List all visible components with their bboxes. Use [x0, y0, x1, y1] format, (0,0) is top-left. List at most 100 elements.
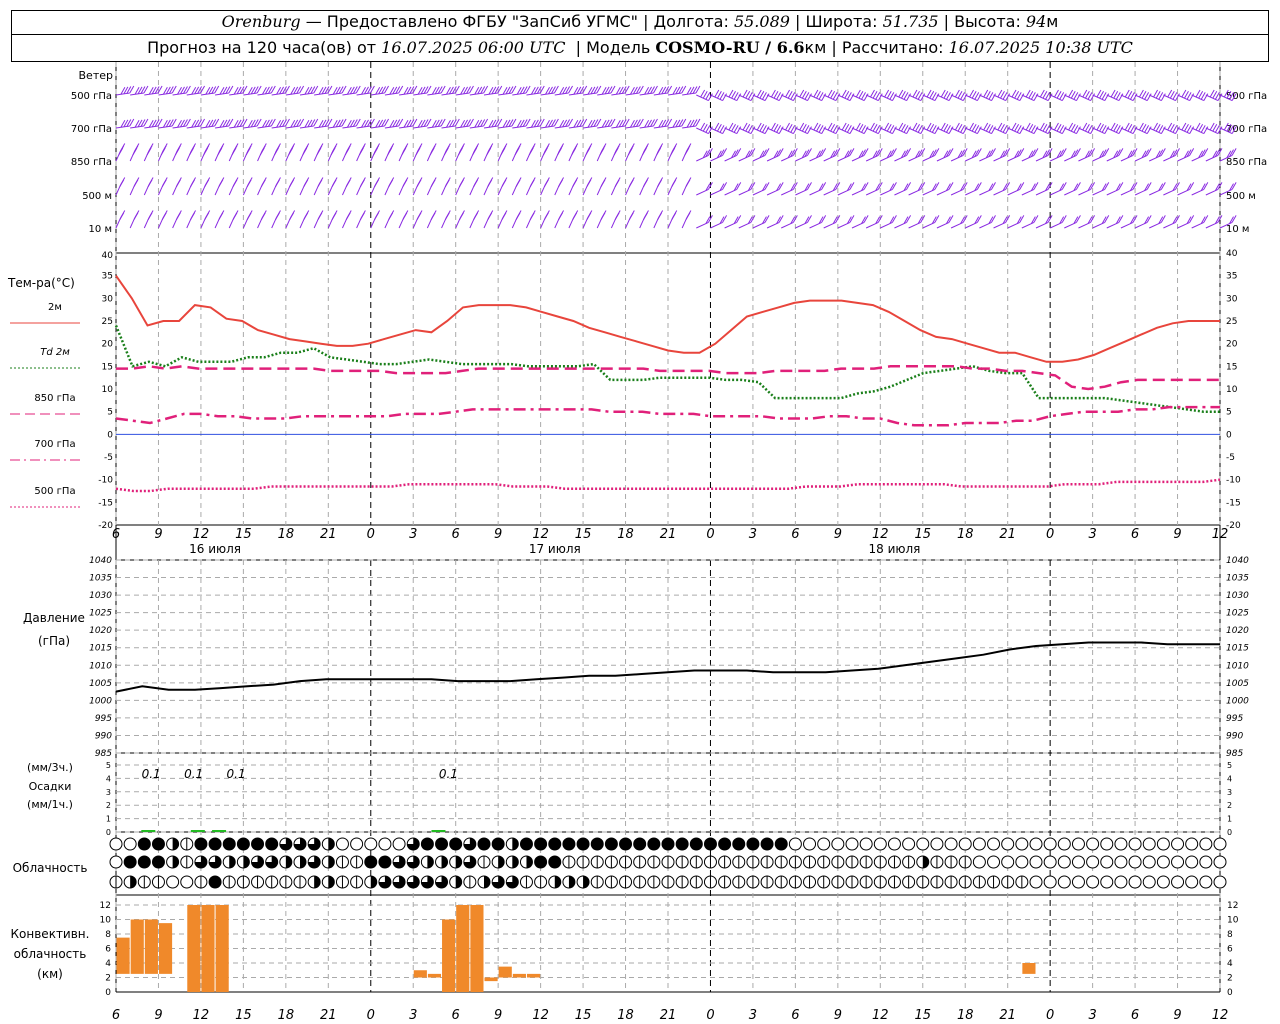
wind-barb-flag — [218, 179, 224, 187]
cloud-cover-symbol — [1029, 875, 1043, 889]
cloud-full — [152, 856, 165, 868]
cloud-cover-symbol — [392, 875, 406, 889]
cloud-full — [378, 856, 391, 868]
wind-barb-flag — [119, 179, 125, 187]
wind-barb — [271, 125, 286, 129]
wind-barb — [229, 125, 244, 129]
wind-barb-flag — [656, 147, 662, 156]
wind-barb-flag — [685, 212, 691, 220]
cloud-cover-symbol — [435, 837, 449, 851]
wind-barb-flag — [472, 147, 478, 156]
legend-label: 500 гПа — [34, 486, 75, 497]
wind-barb — [328, 125, 343, 129]
wind-barb-flag — [586, 179, 592, 187]
cloud-cover-symbol — [604, 875, 618, 889]
cloud-circle — [335, 837, 349, 851]
cloud-half — [455, 876, 462, 888]
cloud-circle — [1128, 855, 1142, 869]
legend-label: 700 гПа — [34, 439, 75, 450]
cloud-cover-symbol — [123, 855, 137, 869]
cloud-circle — [1100, 855, 1114, 869]
wind-barb-flag — [374, 179, 379, 187]
time-tick-label: 18 — [957, 527, 974, 542]
wind-barb — [370, 92, 385, 96]
cloud-cover-symbol — [420, 837, 434, 851]
wind-barb-flag — [599, 147, 605, 156]
time-tick-label: 0 — [367, 1008, 375, 1023]
temp-ytick-right: 15 — [1226, 362, 1237, 372]
conv-ytick-left: 8 — [105, 930, 111, 940]
cloud-cover-symbol — [1114, 875, 1128, 889]
time-tick-label: 0 — [706, 527, 714, 542]
cloud-circle — [1015, 837, 1029, 851]
cloud-cover-symbol — [1043, 855, 1057, 869]
cloud-circle — [1071, 855, 1085, 869]
wind-barb — [328, 92, 343, 96]
wind-barb-flag — [303, 179, 309, 187]
cloud-cover-symbol — [222, 875, 236, 889]
cloud-cover-symbol — [732, 875, 746, 889]
cloud-cover-symbol — [661, 837, 675, 851]
cloud-circle — [1171, 855, 1185, 869]
cloud-cover-symbol — [774, 875, 788, 889]
wind-barb — [427, 92, 442, 96]
cloud-cover-symbol — [718, 875, 732, 889]
wind-barb — [667, 125, 682, 129]
cloud-circle — [350, 837, 364, 851]
wind-barb-flag — [515, 179, 521, 187]
wind-barb — [257, 125, 272, 129]
time-tick-label: 3 — [409, 527, 417, 542]
cloud-cover-symbol — [817, 875, 831, 889]
cloud-cover-symbol — [350, 855, 364, 869]
cloud-full — [577, 838, 590, 850]
cloud-cover-symbol — [180, 837, 194, 851]
cloud-cover-symbol — [633, 837, 647, 851]
cloud-half — [300, 856, 306, 868]
temp-ytick-right: 0 — [1226, 430, 1232, 440]
cloud-cover-symbol — [944, 837, 958, 851]
pressure-ytick-right: 1030 — [1226, 591, 1249, 601]
cloud-full — [223, 838, 236, 850]
wind-barb-flag — [657, 179, 663, 187]
wind-barb-flag — [558, 212, 563, 220]
cloud-circle — [378, 837, 392, 851]
temp-ytick-left: 35 — [102, 272, 113, 282]
temp-ytick-right: 25 — [1226, 317, 1237, 327]
cloud-cover-symbol — [1185, 855, 1199, 869]
temp-ytick-left: 15 — [102, 362, 113, 372]
cloud-full — [605, 838, 618, 850]
wind-barb-flag — [175, 179, 181, 187]
cloud-cover-symbol — [406, 855, 420, 869]
cloud-cover-symbol — [675, 875, 689, 889]
wind-barb — [243, 125, 258, 129]
pressure-ytick-left: 990 — [95, 731, 112, 741]
time-tick-label: 0 — [706, 1008, 714, 1023]
precip-ytick-left: 4 — [106, 774, 111, 783]
cloud-circle — [166, 875, 180, 889]
cloud-cover-symbol — [166, 875, 180, 889]
wind-barb — [314, 92, 329, 96]
cloud-circle — [1029, 875, 1043, 889]
cloud-cover-symbol — [1213, 837, 1227, 851]
cloud-cover-symbol — [675, 837, 689, 851]
cloud-cover-symbol — [987, 875, 1001, 889]
wind-barb-flag — [528, 147, 534, 156]
cloud-circle — [1171, 837, 1185, 851]
time-tick-label: 6 — [791, 1008, 799, 1023]
wind-barb — [427, 125, 442, 129]
cloud-cover-symbol — [378, 875, 392, 889]
conv-bar — [456, 905, 470, 992]
precip-bar — [431, 830, 446, 832]
cloud-cover-symbol — [137, 837, 151, 851]
conv-label2: облачность — [14, 947, 87, 961]
wind-barb-flag — [684, 147, 690, 156]
time-tick-label: 3 — [1088, 527, 1096, 542]
conv-ytick-right: 12 — [1227, 901, 1238, 911]
cloud-circle — [1213, 837, 1227, 851]
cloud-half — [229, 856, 236, 868]
conv-bar — [215, 905, 229, 992]
precip-amount: 0.1 — [184, 767, 203, 781]
wind-barb-flag — [459, 179, 464, 187]
cloud-cover-symbol — [1142, 855, 1156, 869]
precip-ytick-right: 3 — [1227, 788, 1232, 797]
